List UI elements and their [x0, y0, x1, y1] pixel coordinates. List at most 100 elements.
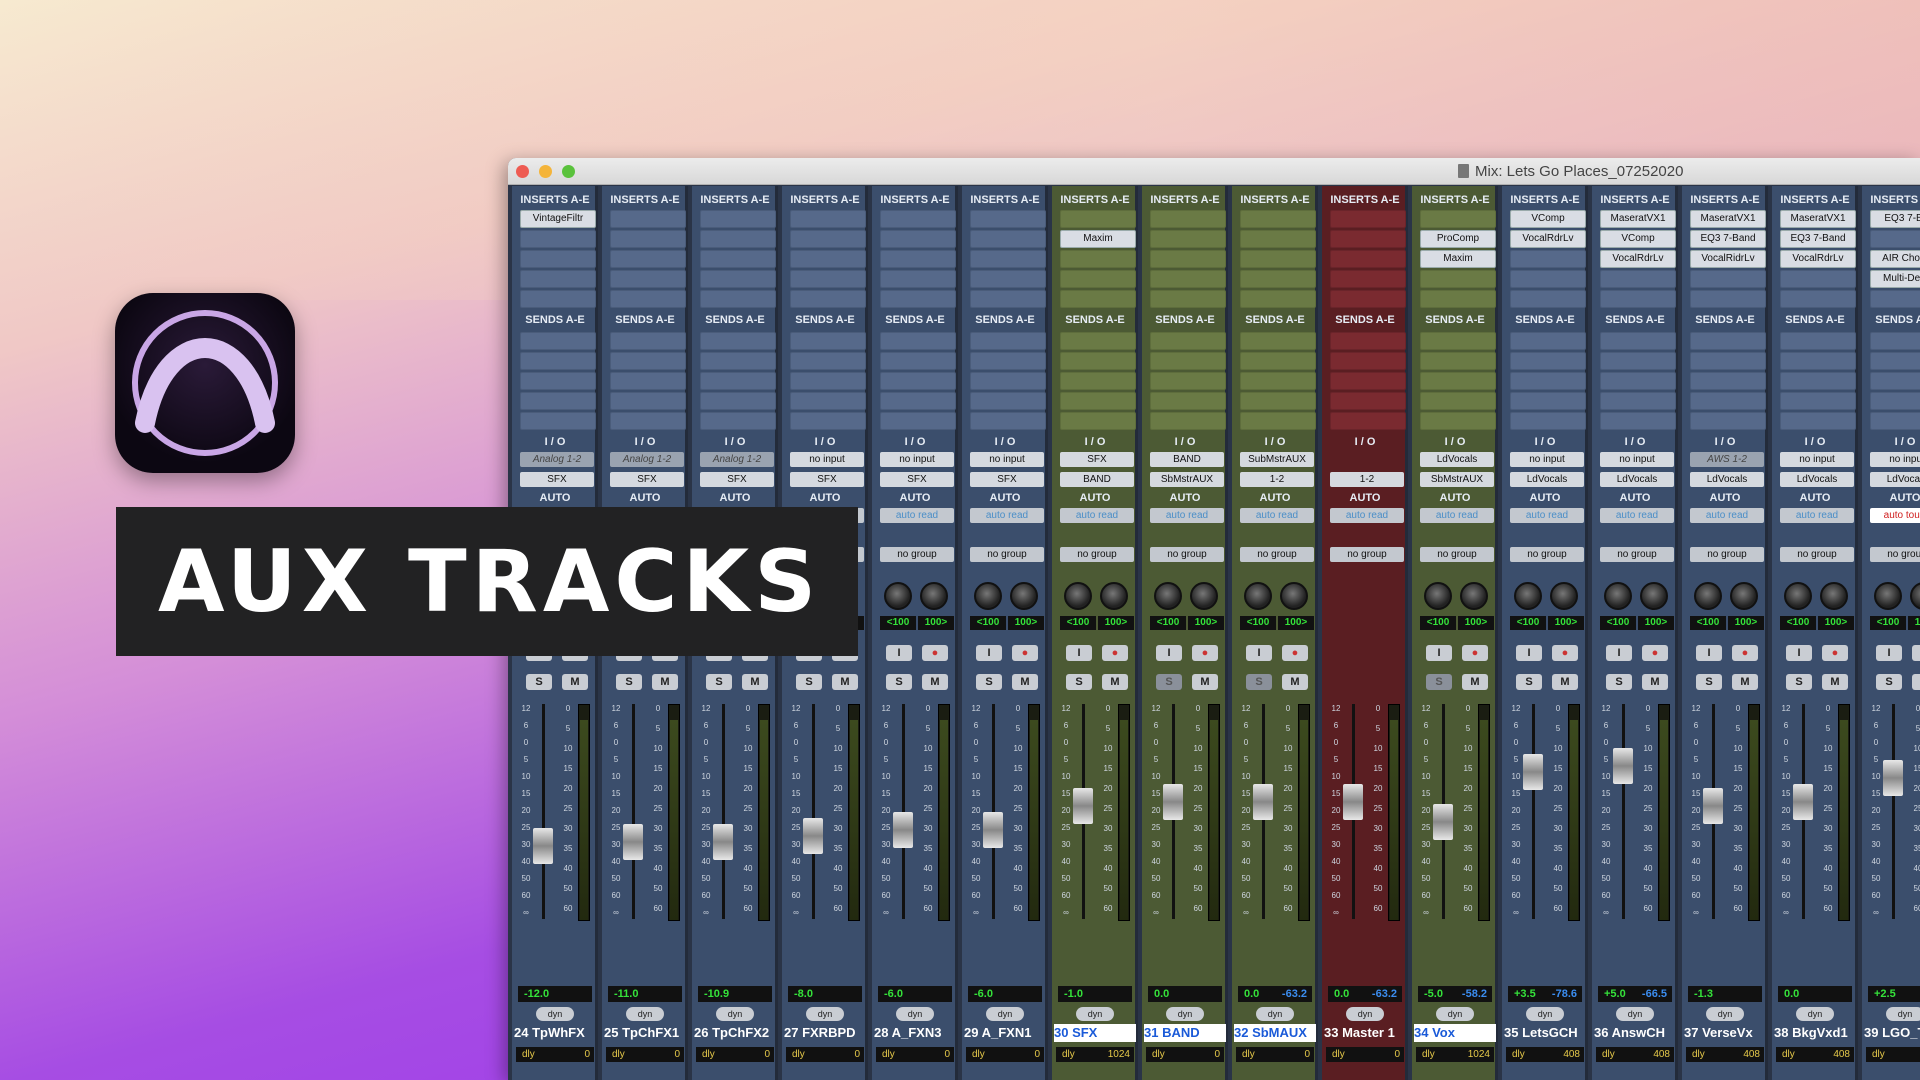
send-slot[interactable] — [1060, 332, 1136, 350]
mute-button[interactable]: M — [1102, 674, 1128, 690]
insert-slot[interactable] — [520, 230, 596, 248]
insert-slot[interactable] — [790, 230, 866, 248]
dynamic-transport-button[interactable]: dyn — [806, 1007, 844, 1021]
pan-left-knob[interactable] — [974, 582, 1002, 610]
automation-mode-selector[interactable]: auto read — [1600, 508, 1674, 523]
insert-slot[interactable] — [1600, 270, 1676, 288]
insert-slot[interactable] — [1240, 270, 1316, 288]
solo-button[interactable]: S — [1696, 674, 1722, 690]
send-slot[interactable] — [970, 352, 1046, 370]
insert-slot[interactable]: VocalRidrLv — [1690, 250, 1766, 268]
track-name[interactable]: 33 Master 1 — [1324, 1024, 1406, 1042]
insert-slot[interactable] — [1780, 270, 1856, 288]
volume-fader[interactable] — [1343, 784, 1363, 820]
pan-right-knob[interactable] — [1550, 582, 1578, 610]
minimize-window-button[interactable] — [539, 165, 552, 178]
volume-fader[interactable] — [1613, 748, 1633, 784]
volume-fader[interactable] — [1523, 754, 1543, 790]
send-slot[interactable] — [1240, 372, 1316, 390]
volume-fader[interactable] — [893, 812, 913, 848]
input-monitor-button[interactable]: I — [1156, 645, 1182, 661]
group-selector[interactable]: no group — [970, 547, 1044, 562]
solo-button[interactable]: S — [1786, 674, 1812, 690]
send-slot[interactable] — [1600, 352, 1676, 370]
insert-slot[interactable] — [1150, 270, 1226, 288]
insert-slot[interactable] — [700, 210, 776, 228]
output-selector[interactable]: SFX — [880, 472, 954, 487]
send-slot[interactable] — [1150, 372, 1226, 390]
insert-slot[interactable] — [1330, 270, 1406, 288]
volume-fader[interactable] — [1073, 788, 1093, 824]
pan-left-knob[interactable] — [1694, 582, 1722, 610]
mute-button[interactable]: M — [1732, 674, 1758, 690]
send-slot[interactable] — [700, 392, 776, 410]
insert-slot[interactable] — [520, 290, 596, 308]
solo-button[interactable]: S — [526, 674, 552, 690]
volume-fader[interactable] — [803, 818, 823, 854]
send-slot[interactable] — [790, 412, 866, 430]
output-selector[interactable]: SFX — [610, 472, 684, 487]
pan-right-knob[interactable] — [1010, 582, 1038, 610]
input-selector[interactable]: SubMstrAUX — [1240, 452, 1314, 467]
send-slot[interactable] — [1330, 412, 1406, 430]
track-name[interactable]: 35 LetsGCH — [1504, 1024, 1586, 1042]
pan-left-knob[interactable] — [1784, 582, 1812, 610]
record-enable-button[interactable]: ● — [1642, 645, 1668, 661]
insert-slot[interactable]: Maxim — [1060, 230, 1136, 248]
dynamic-transport-button[interactable]: dyn — [1076, 1007, 1114, 1021]
volume-fader[interactable] — [1433, 804, 1453, 840]
insert-slot[interactable] — [1600, 290, 1676, 308]
insert-slot[interactable] — [880, 290, 956, 308]
input-monitor-button[interactable]: I — [976, 645, 1002, 661]
input-selector[interactable]: no input — [1510, 452, 1584, 467]
send-slot[interactable] — [1780, 372, 1856, 390]
dynamic-transport-button[interactable]: dyn — [716, 1007, 754, 1021]
send-slot[interactable] — [880, 332, 956, 350]
send-slot[interactable] — [1420, 372, 1496, 390]
insert-slot[interactable] — [520, 270, 596, 288]
pan-right-knob[interactable] — [1280, 582, 1308, 610]
send-slot[interactable] — [1690, 372, 1766, 390]
insert-slot[interactable] — [1060, 210, 1136, 228]
insert-slot[interactable] — [610, 270, 686, 288]
send-slot[interactable] — [1510, 412, 1586, 430]
insert-slot[interactable] — [1420, 290, 1496, 308]
insert-slot[interactable]: Multi-Delay — [1870, 270, 1920, 288]
pan-right-knob[interactable] — [1190, 582, 1218, 610]
send-slot[interactable] — [1510, 392, 1586, 410]
insert-slot[interactable]: MaseratVX1 — [1600, 210, 1676, 228]
group-selector[interactable]: no group — [1240, 547, 1314, 562]
solo-button[interactable]: S — [1246, 674, 1272, 690]
dynamic-transport-button[interactable]: dyn — [1346, 1007, 1384, 1021]
input-selector[interactable]: no input — [970, 452, 1044, 467]
send-slot[interactable] — [700, 352, 776, 370]
dynamic-transport-button[interactable]: dyn — [626, 1007, 664, 1021]
track-name[interactable]: 32 SbMAUX — [1234, 1024, 1316, 1042]
send-slot[interactable] — [1780, 332, 1856, 350]
insert-slot[interactable] — [1240, 230, 1316, 248]
group-selector[interactable]: no group — [1420, 547, 1494, 562]
pan-left-knob[interactable] — [1604, 582, 1632, 610]
send-slot[interactable] — [700, 332, 776, 350]
insert-slot[interactable]: EQ3 7-Band — [1690, 230, 1766, 248]
input-selector[interactable]: no input — [1600, 452, 1674, 467]
automation-mode-selector[interactable]: auto touch — [1870, 508, 1920, 523]
close-window-button[interactable] — [516, 165, 529, 178]
input-monitor-button[interactable]: I — [1066, 645, 1092, 661]
send-slot[interactable] — [880, 392, 956, 410]
send-slot[interactable] — [1420, 352, 1496, 370]
insert-slot[interactable] — [1510, 270, 1586, 288]
insert-slot[interactable] — [790, 290, 866, 308]
insert-slot[interactable] — [1330, 250, 1406, 268]
send-slot[interactable] — [1780, 352, 1856, 370]
insert-slot[interactable] — [970, 290, 1046, 308]
group-selector[interactable]: no group — [1690, 547, 1764, 562]
send-slot[interactable] — [1870, 352, 1920, 370]
send-slot[interactable] — [1330, 352, 1406, 370]
send-slot[interactable] — [790, 372, 866, 390]
send-slot[interactable] — [520, 372, 596, 390]
record-enable-button[interactable]: ● — [1552, 645, 1578, 661]
insert-slot[interactable] — [700, 270, 776, 288]
send-slot[interactable] — [1330, 372, 1406, 390]
group-selector[interactable]: no group — [1510, 547, 1584, 562]
